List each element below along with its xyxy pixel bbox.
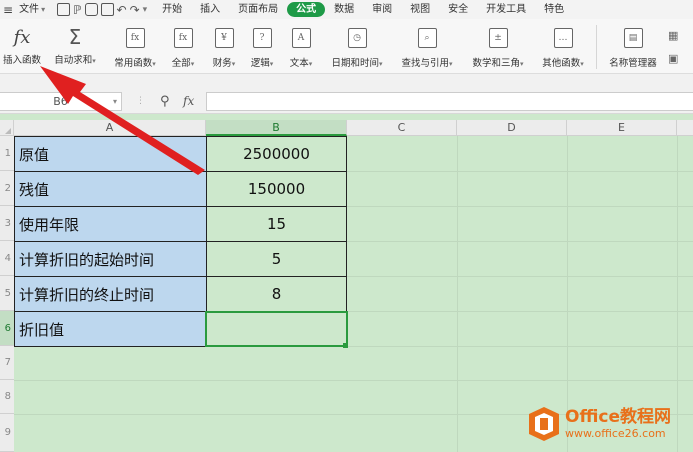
annotation-arrow xyxy=(40,66,205,175)
red-arrow-shape xyxy=(40,66,205,175)
